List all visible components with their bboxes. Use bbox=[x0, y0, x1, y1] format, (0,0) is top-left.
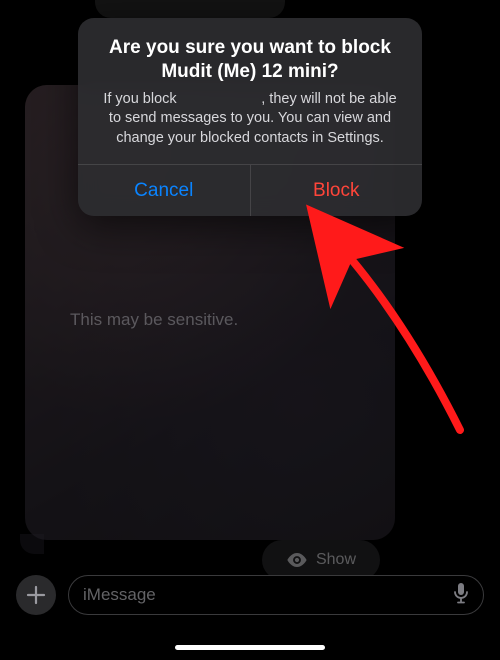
sensitive-warning-label: This may be sensitive. bbox=[70, 310, 238, 330]
block-button[interactable]: Block bbox=[250, 165, 423, 216]
bubble-tail bbox=[20, 534, 44, 554]
dialog-body: Are you sure you want to block Mudit (Me… bbox=[78, 18, 422, 164]
compose-bar: iMessage bbox=[0, 570, 500, 620]
message-input[interactable]: iMessage bbox=[68, 575, 484, 615]
dialog-title: Are you sure you want to block Mudit (Me… bbox=[96, 36, 404, 84]
block-confirmation-dialog: Are you sure you want to block Mudit (Me… bbox=[78, 18, 422, 216]
message-bubble-partial bbox=[95, 0, 285, 18]
block-button-label: Block bbox=[313, 180, 359, 202]
microphone-icon[interactable] bbox=[453, 582, 469, 609]
add-attachment-button[interactable] bbox=[16, 575, 56, 615]
plus-icon bbox=[26, 585, 46, 605]
dialog-button-row: Cancel Block bbox=[78, 164, 422, 216]
show-button-label: Show bbox=[316, 551, 356, 569]
dialog-message: If you block , they will not be able to … bbox=[96, 90, 404, 149]
message-input-placeholder: iMessage bbox=[83, 585, 156, 605]
eye-icon bbox=[286, 553, 308, 567]
cancel-button[interactable]: Cancel bbox=[78, 165, 250, 216]
home-indicator[interactable] bbox=[175, 645, 325, 650]
cancel-button-label: Cancel bbox=[134, 180, 193, 202]
